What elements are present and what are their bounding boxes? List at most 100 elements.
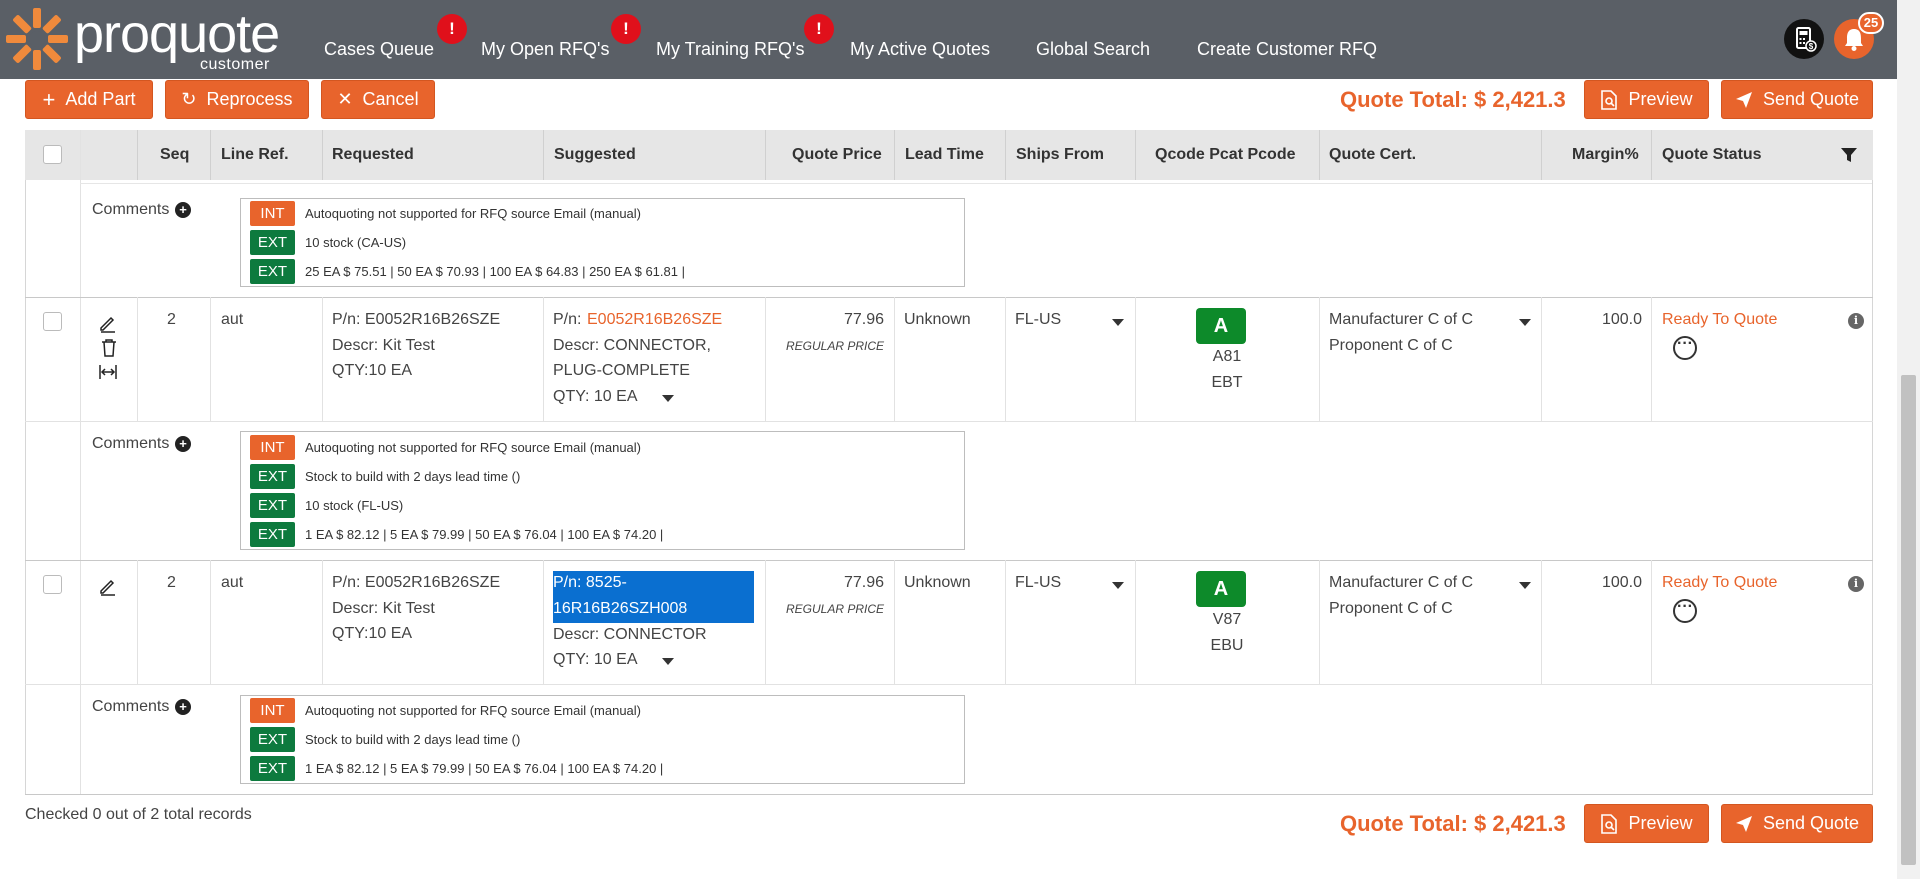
preview-button[interactable]: Preview xyxy=(1584,804,1709,843)
logo-subtitle: customer xyxy=(200,56,270,73)
row-checkbox[interactable] xyxy=(43,575,62,594)
lead-time: Unknown xyxy=(904,574,971,591)
cancel-label: Cancel xyxy=(362,89,419,109)
nav-global-search[interactable]: Global Search xyxy=(1036,39,1150,60)
preview-doc-icon xyxy=(1601,813,1618,834)
comment-text: 1 EA $ 82.12 | 5 EA $ 79.99 | 50 EA $ 76… xyxy=(305,761,664,776)
col-lead-time[interactable]: Lead Time xyxy=(905,130,984,180)
quote-cert-1[interactable]: Manufacturer C of C xyxy=(1329,307,1473,333)
send-icon xyxy=(1735,815,1752,832)
scrollbar-thumb[interactable] xyxy=(1901,375,1916,865)
delete-trash-icon[interactable] xyxy=(100,338,118,358)
nav-my-training-rfqs[interactable]: My Training RFQ's xyxy=(656,39,804,60)
suggested-pn-selected-cont[interactable]: 16R16B26SZH008 xyxy=(553,596,687,622)
send-quote-button[interactable]: Send Quote xyxy=(1721,804,1873,843)
refresh-icon: ↻ xyxy=(181,89,197,109)
comment-text: Stock to build with 2 days lead time () xyxy=(305,469,521,484)
nav-my-active-quotes[interactable]: My Active Quotes xyxy=(850,39,990,60)
cancel-button[interactable]: ✕ Cancel xyxy=(321,80,435,119)
seq-value: 2 xyxy=(167,311,176,328)
add-part-button[interactable]: + Add Part xyxy=(25,80,153,119)
add-part-label: Add Part xyxy=(65,89,136,109)
comments-box: INT Autoquoting not supported for RFQ so… xyxy=(240,431,965,550)
suggested-pn-link[interactable]: E0052R16B26SZE xyxy=(587,307,722,333)
pcode-value: EBU xyxy=(1210,637,1244,654)
quote-cert-dropdown-icon[interactable] xyxy=(1519,319,1531,326)
select-all-checkbox[interactable] xyxy=(43,145,62,164)
col-ships-from[interactable]: Ships From xyxy=(1016,130,1104,180)
nav-cases-queue[interactable]: Cases Queue xyxy=(324,39,434,60)
ships-from-dropdown-icon[interactable] xyxy=(1112,582,1124,589)
nav-my-open-rfqs[interactable]: My Open RFQ's xyxy=(481,39,609,60)
comments-label: Comments xyxy=(92,435,170,452)
send-icon xyxy=(1735,91,1752,108)
suggested-pn-prefix: P/n: xyxy=(553,311,582,328)
reprocess-button[interactable]: ↻ Reprocess xyxy=(165,80,309,119)
expand-width-icon[interactable] xyxy=(98,364,118,380)
line-ref-value: aut xyxy=(221,574,244,591)
requested-descr: Descr: Kit Test xyxy=(332,337,435,354)
suggested-pn-selected[interactable]: P/n: 8525- xyxy=(553,570,627,596)
row-checkbox[interactable] xyxy=(43,312,62,331)
close-icon: ✕ xyxy=(337,89,353,109)
send-quote-button[interactable]: Send Quote xyxy=(1721,80,1873,119)
add-comment-icon[interactable]: + xyxy=(175,436,191,452)
quote-price: 77.96 xyxy=(843,311,884,328)
comment-text: 10 stock (FL-US) xyxy=(305,498,404,513)
preview-label: Preview xyxy=(1628,89,1693,109)
col-margin[interactable]: Margin% xyxy=(1572,130,1639,180)
proquote-logo[interactable]: proquote customer xyxy=(4,4,284,73)
ships-from-select[interactable]: FL-US xyxy=(1015,570,1061,596)
top-nav-bar: proquote customer Cases Queue ! My Open … xyxy=(0,0,1920,79)
col-suggested[interactable]: Suggested xyxy=(554,130,636,180)
chat-bubble-icon[interactable] xyxy=(1673,335,1697,360)
ext-tag: EXT xyxy=(250,230,295,255)
calculator-icon[interactable]: $ xyxy=(1784,19,1824,59)
alert-badge-icon: ! xyxy=(804,14,834,44)
nav-create-customer-rfq[interactable]: Create Customer RFQ xyxy=(1197,39,1377,60)
quote-cert-1[interactable]: Manufacturer C of C xyxy=(1329,570,1473,596)
info-icon[interactable]: i xyxy=(1848,576,1864,592)
comment-text: Autoquoting not supported for RFQ source… xyxy=(305,703,642,718)
info-icon[interactable]: i xyxy=(1848,313,1864,329)
comments-label: Comments xyxy=(92,698,170,715)
col-requested[interactable]: Requested xyxy=(332,130,414,180)
comment-text: 25 EA $ 75.51 | 50 EA $ 70.93 | 100 EA $… xyxy=(305,264,685,279)
add-comment-icon[interactable]: + xyxy=(175,202,191,218)
chat-bubble-icon[interactable] xyxy=(1673,598,1697,623)
ext-tag: EXT xyxy=(250,493,295,518)
quote-total-bottom: Quote Total: $ 2,421.3 xyxy=(1340,811,1566,836)
margin-value: 100.0 xyxy=(1601,574,1642,591)
ships-from-dropdown-icon[interactable] xyxy=(1112,319,1124,326)
reprocess-label: Reprocess xyxy=(206,89,293,109)
comments-box: INT Autoquoting not supported for RFQ so… xyxy=(240,198,965,287)
preview-button[interactable]: Preview xyxy=(1584,80,1709,119)
comments-box: INT Autoquoting not supported for RFQ so… xyxy=(240,695,965,784)
ships-from-select[interactable]: FL-US xyxy=(1015,307,1061,333)
col-quote-cert[interactable]: Quote Cert. xyxy=(1329,130,1416,180)
qty-unit-dropdown-icon[interactable] xyxy=(662,658,674,665)
edit-pencil-icon[interactable] xyxy=(98,313,118,333)
col-quote-price[interactable]: Quote Price xyxy=(792,130,882,180)
edit-pencil-icon[interactable] xyxy=(98,576,118,596)
col-quote-status[interactable]: Quote Status xyxy=(1662,130,1762,180)
filter-icon[interactable] xyxy=(1840,147,1858,163)
quote-cert-dropdown-icon[interactable] xyxy=(1519,582,1531,589)
qty-unit-dropdown-icon[interactable] xyxy=(662,395,674,402)
col-qcode-pcat-pcode[interactable]: Qcode Pcat Pcode xyxy=(1155,130,1296,180)
checked-records-text: Checked 0 out of 2 total records xyxy=(25,806,252,823)
col-seq[interactable]: Seq xyxy=(160,130,189,180)
pcode-value: EBT xyxy=(1211,374,1243,391)
quote-cert-2[interactable]: Proponent C of C xyxy=(1329,596,1453,622)
comment-text: Stock to build with 2 days lead time () xyxy=(305,732,521,747)
quote-cert-2[interactable]: Proponent C of C xyxy=(1329,333,1453,359)
col-line-ref[interactable]: Line Ref. xyxy=(221,130,289,180)
alert-badge-icon: ! xyxy=(437,14,467,44)
preview-doc-icon xyxy=(1601,89,1618,110)
suggested-descr: Descr: CONNECTOR, xyxy=(553,337,711,354)
add-comment-icon[interactable]: + xyxy=(175,699,191,715)
quote-total-top: Quote Total: $ 2,421.3 xyxy=(1340,87,1566,112)
suggested-qty[interactable]: QTY: 10 EA xyxy=(553,384,637,410)
comment-text: 1 EA $ 82.12 | 5 EA $ 79.99 | 50 EA $ 76… xyxy=(305,527,664,542)
suggested-qty[interactable]: QTY: 10 EA xyxy=(553,647,637,673)
